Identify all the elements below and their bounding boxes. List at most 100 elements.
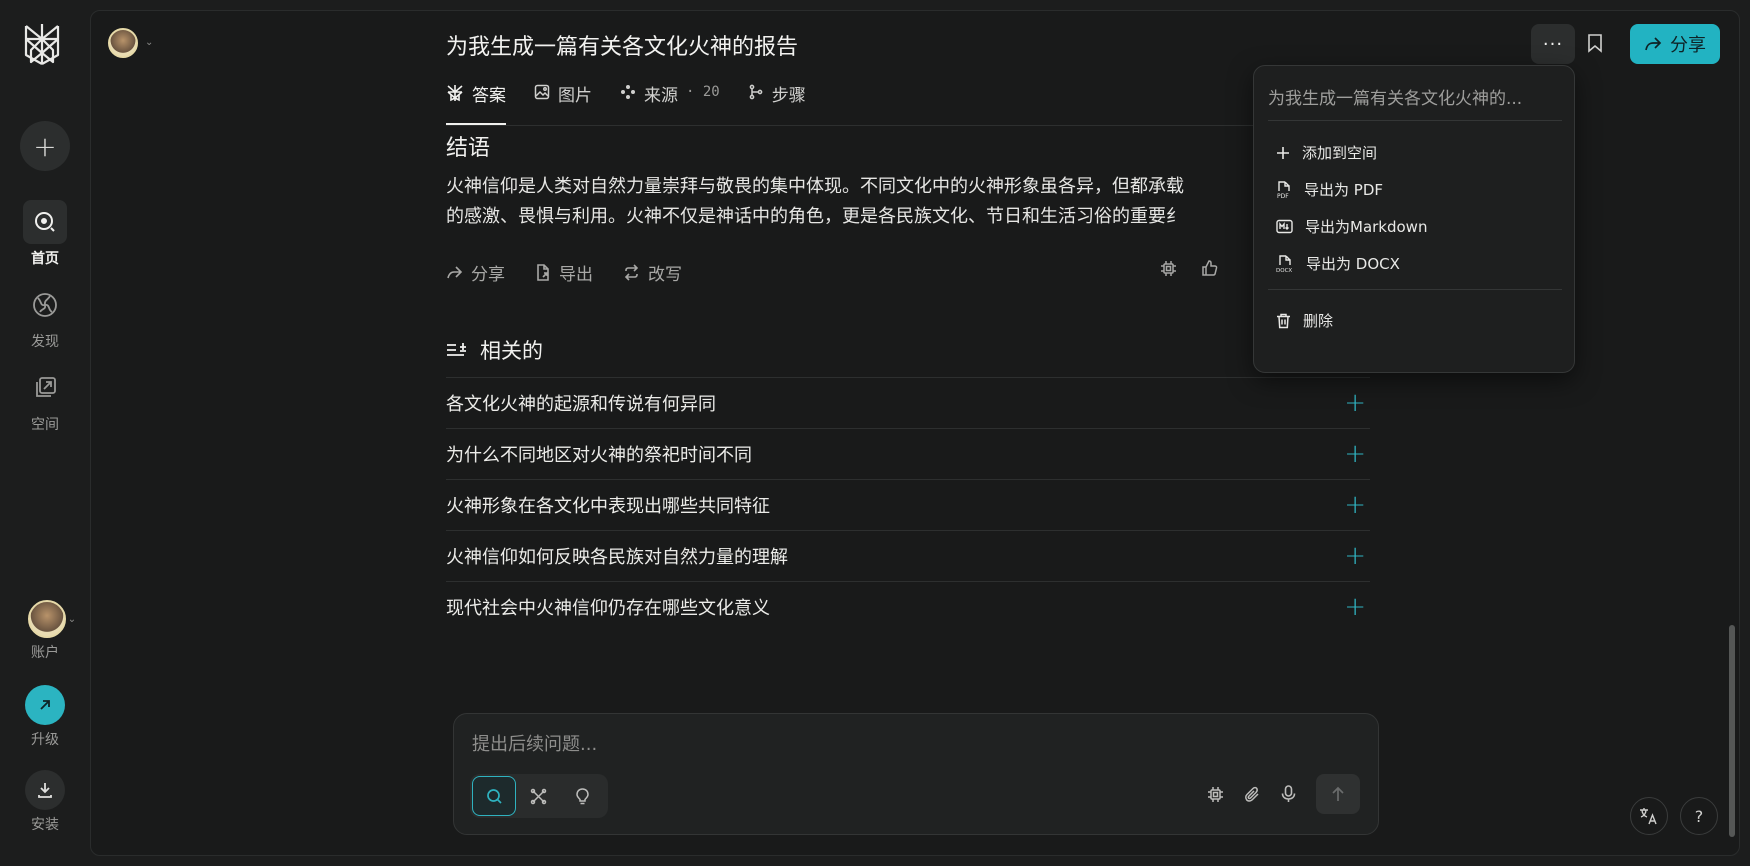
page-title: 为我生成一篇有关各文化火神的报告 [446,35,799,60]
paperclip-icon[interactable] [1244,786,1261,803]
sidebar-item-install[interactable]: 安装 [0,770,90,834]
related-heading: 相关的 [446,335,543,365]
related-item[interactable]: 各文化火神的起源和传说有何异同 + [446,377,1370,428]
related-item[interactable]: 现代社会中火神信仰仍存在哪些文化意义 + [446,581,1370,632]
plus-icon[interactable]: + [1344,541,1366,571]
labs-mode-button[interactable] [560,776,604,816]
sidebar-item-label: 发现 [31,334,59,350]
pdf-file-icon: PDF [1277,180,1290,199]
lightbulb-icon [575,787,589,804]
rewrite-button[interactable]: 改写 [623,260,682,285]
menu-item-export-docx[interactable]: DOCX 导出为 DOCX [1276,253,1400,274]
plus-icon[interactable]: + [1344,388,1366,418]
share-button-label: 分享 [1670,35,1706,56]
sidebar-item-spaces[interactable]: 空间 [0,366,90,434]
chip-icon[interactable] [1207,786,1224,803]
sidebar-item-account[interactable]: ⌄ 账户 [0,600,90,662]
menu-item-label: 导出为 DOCX [1306,255,1400,273]
export-file-icon [537,264,549,281]
sidebar-item-upgrade[interactable]: 升级 [0,685,90,749]
research-mode-button[interactable] [516,776,560,816]
sources-count: · 20 [686,84,720,100]
export-button[interactable]: 导出 [535,260,593,285]
chip-icon[interactable] [1160,260,1177,277]
related-item[interactable]: 火神形象在各文化中表现出哪些共同特征 + [446,479,1370,530]
home-search-icon [23,200,67,244]
sources-icon [621,85,635,99]
tab-images[interactable]: 图片 [534,78,592,126]
help-button[interactable]: ? [1680,797,1718,835]
tab-label: 步骤 [771,86,806,106]
menu-item-delete[interactable]: 删除 [1276,310,1333,331]
related-item[interactable]: 火神信仰如何反映各民族对自然力量的理解 + [446,530,1370,581]
answer-text: 火神信仰是人类对自然力量崇拜与敬畏的集中体现。不同文化中的火神形象虽各异，但都承… [446,172,1326,232]
dropdown-thread-title: 为我生成一篇有关各文化火神的... [1268,89,1523,109]
answer-section-heading: 结语 [446,136,491,161]
menu-item-label: 导出为 PDF [1304,181,1383,199]
thumbs-up-icon[interactable] [1201,260,1218,277]
spaces-icon [23,366,67,410]
ellipsis-icon: ··· [1542,33,1564,55]
feedback-actions [1160,260,1218,277]
globe-icon [23,283,67,327]
tab-steps[interactable]: 步骤 [748,78,806,126]
download-icon [25,770,65,810]
answer-actions: 分享 导出 改写 [446,260,682,285]
share-icon [447,266,463,279]
menu-item-label: 删除 [1303,312,1334,330]
related-item-label: 火神信仰如何反映各民族对自然力量的理解 [446,547,788,568]
related-list: 各文化火神的起源和传说有何异同 + 为什么不同地区对火神的祭祀时间不同 + 火神形象… [446,377,1370,632]
tab-label: 图片 [558,86,592,106]
svg-text:PDF: PDF [1277,193,1289,199]
translate-button[interactable] [1630,797,1668,835]
steps-icon [749,84,763,100]
plus-icon[interactable]: + [1344,490,1366,520]
related-item-label: 火神形象在各文化中表现出哪些共同特征 [446,496,770,517]
avatar[interactable] [108,28,138,58]
scrollbar[interactable] [1729,625,1735,837]
microphone-icon[interactable] [1281,785,1296,803]
answer-line: 的感激、畏惧与利用。火神不仅是神话中的角色，更是各民族文化、节日和生活习俗的重要… [446,206,1184,227]
more-options-button[interactable]: ··· [1531,24,1575,64]
share-button[interactable]: 分享 [1630,24,1720,64]
bookmark-icon [1588,34,1602,53]
follow-up-composer[interactable]: 提出后续问题... [453,713,1379,835]
sidebar-item-home[interactable]: 首页 [0,200,90,268]
follow-up-input[interactable]: 提出后续问题... [472,730,597,756]
research-icon [530,788,546,804]
trash-icon [1277,313,1290,328]
share-icon [1645,37,1662,51]
plus-icon[interactable]: + [1344,439,1366,469]
tab-sources[interactable]: 来源 · 20 [620,78,720,126]
image-icon [534,84,550,100]
related-item-label: 为什么不同地区对火神的祭祀时间不同 [446,445,752,466]
help-icon: ? [1694,806,1704,826]
chevron-down-icon[interactable]: ⌄ [145,37,153,48]
dropdown-divider [1268,120,1562,121]
related-item-label: 现代社会中火神信仰仍存在哪些文化意义 [446,598,770,619]
answer-line: 火神信仰是人类对自然力量崇拜与敬畏的集中体现。不同文化中的火神形象虽各异，但都承… [446,176,1184,197]
submit-button[interactable] [1316,774,1360,814]
tab-answer[interactable]: 答案 [446,78,506,126]
menu-item-export-markdown[interactable]: 导出为Markdown [1276,216,1427,237]
related-item[interactable]: 为什么不同地区对火神的祭祀时间不同 + [446,428,1370,479]
plus-icon[interactable]: + [1344,592,1366,622]
search-mode-button[interactable] [472,776,516,816]
perplexity-logo-icon[interactable] [22,22,66,72]
sidebar-item-label: 首页 [31,251,59,267]
sidebar-item-discover[interactable]: 发现 [0,283,90,351]
markdown-icon [1276,219,1293,234]
plus-icon [1277,146,1289,159]
dropdown-divider [1268,289,1562,290]
tab-divider [446,125,1370,126]
menu-item-add-to-space[interactable]: 添加到空间 [1276,142,1377,163]
new-thread-button[interactable]: + [20,121,70,171]
menu-item-export-pdf[interactable]: PDF 导出为 PDF [1276,179,1383,200]
share-answer-button[interactable]: 分享 [446,260,505,285]
tab-label: 来源 [644,86,678,106]
translate-icon [1640,808,1657,825]
bookmark-button[interactable] [1587,33,1603,57]
avatar [27,600,66,638]
tab-label: 答案 [472,86,506,106]
chevron-down-icon: ⌄ [67,613,77,625]
